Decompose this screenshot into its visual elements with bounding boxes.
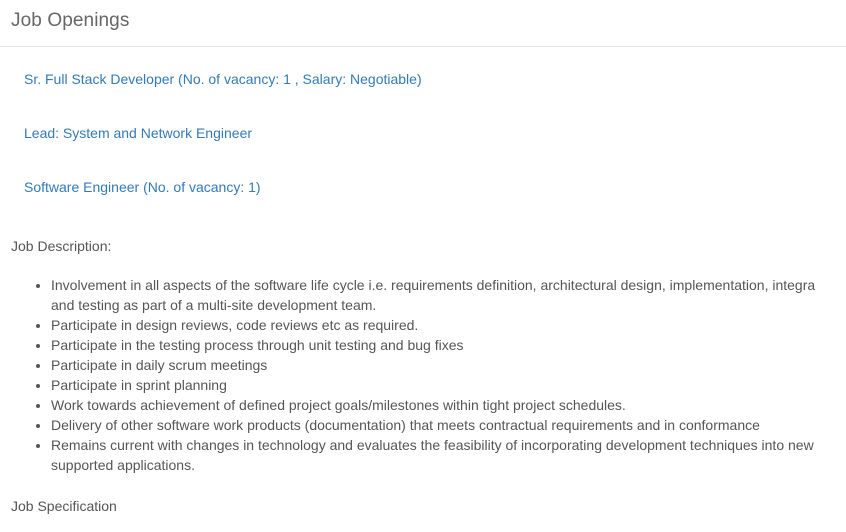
list-item: Involvement in all aspects of the softwa… [51,275,846,315]
job-description-label: Job Description: [11,238,112,254]
job-opening-link-lead-system-network-engineer[interactable]: Lead: System and Network Engineer [24,125,252,141]
list-item-text-continued: supported applications. [51,457,195,473]
list-item-text: Participate in design reviews, code revi… [51,317,419,333]
job-specification-label: Job Specification [11,498,117,514]
list-item-text: Participate in sprint planning [51,377,227,393]
list-item-text: Work towards achievement of defined proj… [51,397,626,413]
list-item: Delivery of other software work products… [51,415,846,435]
list-item: Participate in daily scrum meetings [51,355,846,375]
job-description-list: Involvement in all aspects of the softwa… [11,275,846,475]
list-item-text-continued: and testing as part of a multi-site deve… [51,297,377,313]
job-opening-link-sr-full-stack-developer[interactable]: Sr. Full Stack Developer (No. of vacancy… [24,71,422,87]
list-item: Participate in design reviews, code revi… [51,315,846,335]
job-opening-link-software-engineer[interactable]: Software Engineer (No. of vacancy: 1) [24,179,261,195]
list-item-text: Involvement in all aspects of the softwa… [51,277,816,293]
list-item: Work towards achievement of defined proj… [51,395,846,415]
list-item-text: Delivery of other software work products… [51,417,760,433]
page-title: Job Openings [11,10,130,31]
list-item: Participate in sprint planning [51,375,846,395]
page-header: Job Openings [0,0,846,47]
list-item-text: Participate in daily scrum meetings [51,357,268,373]
list-item-text: Participate in the testing process throu… [51,337,464,353]
list-item: Remains current with changes in technolo… [51,435,846,475]
list-item-text: Remains current with changes in technolo… [51,437,814,453]
list-item: Participate in the testing process throu… [51,335,846,355]
